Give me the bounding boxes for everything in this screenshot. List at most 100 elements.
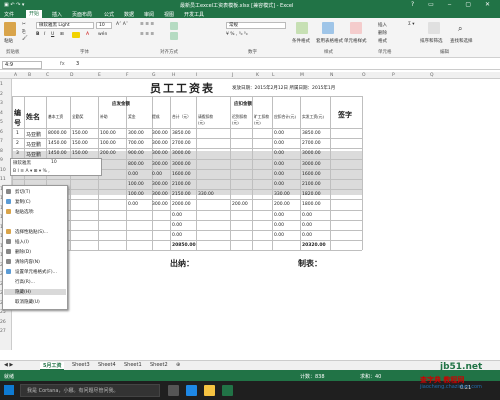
cut-icon[interactable]: ✂ — [22, 22, 26, 27]
tab-file[interactable]: 文件 — [4, 11, 14, 18]
table-cell: 0.00 — [302, 233, 313, 238]
sheet-tab[interactable]: Sheet3 — [72, 362, 90, 368]
table-cell: 150.00 — [72, 131, 88, 136]
tab-data[interactable]: 数据 — [124, 11, 134, 18]
table-cell: 0.00 — [172, 233, 183, 238]
context-menu-item[interactable]: 剪切(T) — [15, 189, 30, 195]
phonetic-icon[interactable]: wén — [98, 32, 107, 37]
paste-icon[interactable] — [4, 22, 16, 36]
watermark-url: jiaocheng.chazidian.com — [420, 384, 482, 390]
number-format-select[interactable]: 常规 — [226, 22, 286, 29]
table-cell: 1820.00 — [302, 192, 321, 198]
table-cell: 100.00 — [100, 141, 116, 147]
style-group-label: 样式 — [324, 50, 333, 55]
underline-icon[interactable]: U — [51, 32, 54, 37]
cell-style-button[interactable]: 单元格样式 — [344, 38, 367, 44]
table-cell: 0.00 — [152, 171, 163, 177]
header-no: 编号 — [14, 109, 21, 127]
tab-home[interactable]: 开始 — [26, 10, 43, 18]
table-cell: 2100.00 — [172, 182, 191, 187]
table-cell: 2700.00 — [302, 141, 321, 147]
merge-center-icon[interactable] — [170, 32, 178, 40]
tab-insert[interactable]: 插入 — [52, 11, 62, 18]
border-icon[interactable]: ⊞ — [60, 32, 64, 37]
font-name-select[interactable]: 微软雅黑 Light — [36, 22, 94, 29]
currency-icon[interactable]: ¥ % , ⁰₀ ⁰₀ — [226, 32, 248, 37]
paste-label[interactable]: 粘贴 — [4, 38, 13, 44]
grow-font-icon[interactable]: A˄ A˅ — [116, 22, 128, 27]
context-menu-item[interactable]: 粘贴选项: — [15, 209, 35, 215]
sheet-nav-icon[interactable]: ◀ ▶ — [4, 362, 13, 368]
windows-start-icon[interactable] — [4, 385, 14, 395]
name-box[interactable]: 4:9 — [2, 61, 42, 69]
align-left-icon[interactable]: ≡ ≡ ≡ — [140, 32, 154, 37]
context-menu-item[interactable]: 复制(C) — [15, 199, 31, 205]
tab-view[interactable]: 视图 — [164, 11, 174, 18]
quick-access-toolbar[interactable]: ▣ ↶ ↷ ▾ — [4, 2, 24, 8]
column-letter: I — [196, 73, 198, 78]
italic-icon[interactable]: I — [44, 32, 45, 37]
format-cells-button[interactable]: 格式 — [378, 38, 387, 44]
fill-color-icon[interactable] — [72, 32, 80, 38]
table-cell: 300.00 — [152, 161, 168, 167]
tab-formulas[interactable]: 公式 — [104, 11, 114, 18]
fx-icon[interactable]: fx — [60, 61, 65, 67]
table-cell: 3000.00 — [302, 151, 321, 157]
edge-icon[interactable] — [186, 385, 197, 396]
bold-icon[interactable]: B — [36, 32, 39, 37]
tab-page-layout[interactable]: 页面布局 — [72, 11, 92, 18]
font-color-icon[interactable]: A — [86, 32, 89, 37]
mini-format-row[interactable]: B I ≡ A ▾ ⊞ ▾ % , — [13, 169, 50, 174]
format-painter-icon[interactable]: 🖌 — [22, 36, 28, 41]
context-menu-item[interactable]: 选择性粘贴(S)... — [15, 229, 48, 235]
align-top-icon[interactable]: ≡ ≡ ≡ — [140, 22, 154, 27]
sort-filter-button[interactable]: 排序和筛选 — [420, 38, 443, 44]
conditional-format-button[interactable]: 条件格式 — [292, 38, 310, 44]
sort-filter-icon[interactable] — [428, 22, 440, 34]
conditional-format-icon[interactable] — [296, 22, 308, 34]
window-controls[interactable]: ? ▭ ‒ ▢ ✕ — [411, 1, 496, 8]
task-view-icon[interactable] — [168, 385, 179, 396]
context-menu-item[interactable]: 删除(D) — [15, 249, 31, 255]
cell-style-icon[interactable] — [350, 22, 362, 34]
table-cell: 0.00 — [274, 222, 285, 228]
mini-font-size[interactable]: 10 — [51, 160, 57, 165]
copy-icon[interactable]: ⎘ — [22, 29, 26, 35]
excel-taskbar-icon[interactable] — [222, 385, 233, 396]
cortana-search[interactable]: 我是 Cortana，小娜。有问题尽管问我。 — [20, 384, 160, 397]
autosum-icon[interactable]: Σ ▾ — [408, 22, 415, 27]
font-size-select[interactable]: 10 — [96, 22, 112, 29]
context-menu-item[interactable]: 隐藏(H) — [4, 289, 66, 295]
table-cell: 0.00 — [274, 233, 285, 238]
column-letter: D — [70, 73, 74, 78]
table-cell: 0.00 — [274, 171, 285, 177]
delete-cells-button[interactable]: 删除 — [378, 30, 387, 36]
context-menu-item[interactable]: 行高(R)... — [15, 279, 35, 285]
context-menu-item[interactable]: 清除内容(N) — [15, 259, 40, 265]
context-menu-item-icon — [6, 229, 11, 234]
tab-developer[interactable]: 开发工具 — [184, 11, 204, 18]
sheet-tab[interactable]: Sheet4 — [98, 362, 116, 368]
sheet-tab[interactable]: Sheet1 — [124, 362, 142, 368]
table-format-icon[interactable] — [322, 22, 334, 34]
tab-review[interactable]: 审阅 — [144, 11, 154, 18]
header-name: 姓名 — [26, 113, 40, 121]
table-cell: 100.00 — [128, 182, 144, 187]
table-format-button[interactable]: 套用表格格式 — [316, 38, 343, 44]
context-menu-item[interactable]: 插入(I) — [15, 239, 29, 245]
context-menu-item[interactable]: 取消隐藏(U) — [15, 299, 40, 305]
sub-header: 旷工扣款(元) — [254, 114, 270, 125]
context-menu-item-icon — [6, 249, 11, 254]
formula-input[interactable]: 3 — [76, 61, 79, 67]
sheet-tab-active[interactable]: 5月工资 — [40, 362, 65, 370]
find-select-icon[interactable]: ⌕ — [458, 24, 462, 34]
context-menu-item-icon — [6, 269, 11, 274]
find-select-button[interactable]: 查找和选择 — [450, 38, 473, 44]
context-menu-item[interactable]: 设置单元格格式(F)... — [15, 269, 57, 275]
mini-font-select[interactable]: 微软雅黑 — [13, 160, 31, 166]
wrap-text-icon[interactable] — [170, 22, 178, 30]
insert-cells-button[interactable]: 插入 — [378, 22, 387, 28]
add-sheet-icon[interactable]: ⊕ — [176, 362, 180, 368]
explorer-icon[interactable] — [204, 385, 215, 396]
sheet-tab[interactable]: Sheet2 — [150, 362, 168, 368]
